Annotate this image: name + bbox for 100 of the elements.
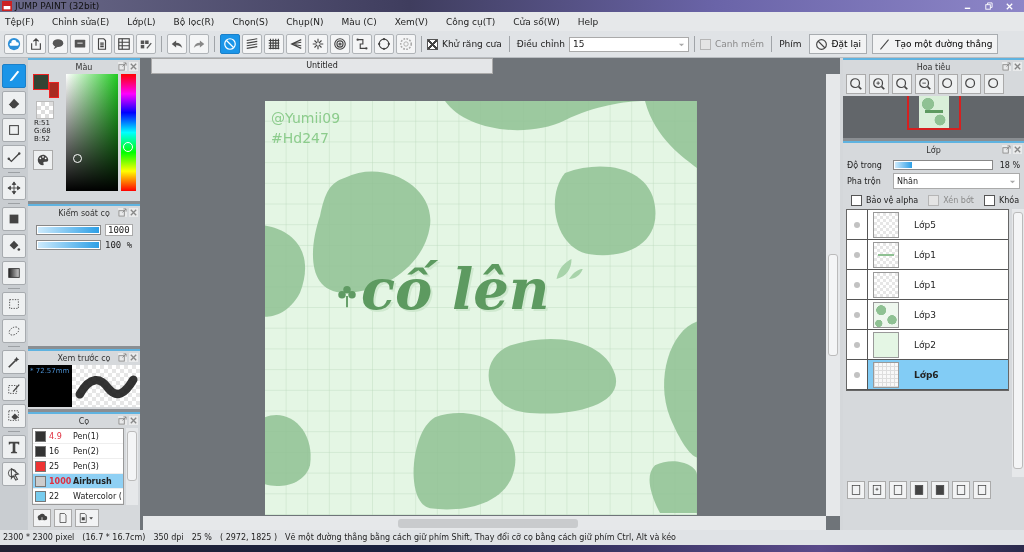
layer-item[interactable]: Lớp3 xyxy=(847,300,1009,330)
fit-button[interactable] xyxy=(892,74,912,94)
zoom-reset-button[interactable] xyxy=(846,74,866,94)
visibility-dot[interactable] xyxy=(854,221,860,228)
layer-opacity-slider[interactable] xyxy=(893,160,993,170)
toolbar-button[interactable] xyxy=(114,34,134,54)
menu-item[interactable]: Bộ lọc(R) xyxy=(173,16,215,27)
new-layer-button[interactable] xyxy=(847,481,865,499)
toolbar-button[interactable] xyxy=(242,34,262,54)
tool-button[interactable] xyxy=(2,404,26,428)
menu-item[interactable]: Help xyxy=(577,16,599,27)
layer-item[interactable]: Lớp1 xyxy=(847,240,1009,270)
copy-layer-button[interactable] xyxy=(868,481,886,499)
primary-color-swatch[interactable] xyxy=(33,74,49,90)
toolbar-button[interactable] xyxy=(286,34,306,54)
tool-button[interactable] xyxy=(2,207,26,231)
tool-button[interactable] xyxy=(2,118,26,142)
tool-button[interactable] xyxy=(2,377,26,401)
toolbar-button[interactable] xyxy=(136,34,156,54)
secondary-color-swatch[interactable] xyxy=(49,82,59,98)
undock-icon[interactable] xyxy=(1002,62,1011,71)
menu-item[interactable]: Lớp(L) xyxy=(127,16,156,27)
toolbar-button[interactable] xyxy=(352,34,372,54)
toolbar-button[interactable] xyxy=(26,34,46,54)
visibility-dot[interactable] xyxy=(854,371,860,378)
straight-line-button[interactable]: Tạo một đường thẳng xyxy=(871,34,999,54)
menu-item[interactable]: Chỉnh sửa(E) xyxy=(51,16,110,27)
layer-item[interactable]: Lớp1 xyxy=(847,270,1009,300)
close-icon[interactable] xyxy=(129,353,138,362)
layer-item[interactable]: Lớp6 xyxy=(847,360,1009,390)
tool-button[interactable] xyxy=(2,91,26,115)
scrollbar-thumb[interactable] xyxy=(828,254,838,356)
zoom-out-button[interactable] xyxy=(915,74,935,94)
visibility-dot[interactable] xyxy=(854,251,860,258)
tool-button[interactable] xyxy=(2,176,26,200)
restore-icon[interactable] xyxy=(984,1,993,11)
menu-item[interactable]: Xem(V) xyxy=(394,16,428,27)
menu-item[interactable]: Cửa sổ(W) xyxy=(513,16,560,27)
size-field[interactable]: 1000 xyxy=(105,224,133,236)
navigator-viewport[interactable] xyxy=(906,96,961,130)
duplicate-button[interactable] xyxy=(952,481,970,499)
toolbar-button[interactable] xyxy=(330,34,350,54)
close-icon[interactable] xyxy=(129,208,138,217)
menu-item[interactable]: Công cụ(T) xyxy=(445,16,496,27)
transparent-swatch[interactable] xyxy=(36,101,54,119)
layer-pattern-button[interactable] xyxy=(910,481,928,499)
reset-button[interactable]: Đặt lại xyxy=(808,34,867,54)
brush-item[interactable]: 16 Pen(2) xyxy=(33,444,124,459)
tool-button[interactable] xyxy=(2,350,26,374)
rotate-right-button[interactable] xyxy=(984,74,1004,94)
toolbar-button[interactable] xyxy=(92,34,112,54)
visibility-dot[interactable] xyxy=(854,281,860,288)
undock-icon[interactable] xyxy=(118,208,127,217)
document-tab[interactable]: Untitled xyxy=(151,58,493,74)
scrollbar[interactable] xyxy=(126,428,138,505)
folder-button[interactable] xyxy=(931,481,949,499)
menu-item[interactable]: Chọn(S) xyxy=(232,16,269,27)
palette-button[interactable] xyxy=(33,150,53,170)
close-icon[interactable] xyxy=(129,62,138,71)
rotate-left-button[interactable] xyxy=(938,74,958,94)
layer-up-button[interactable] xyxy=(889,481,907,499)
checkbox[interactable] xyxy=(427,38,438,50)
hue-slider[interactable] xyxy=(121,74,136,191)
layer-item[interactable]: Lớp2 xyxy=(847,330,1009,360)
layer-item[interactable]: Lớp5 xyxy=(847,210,1009,240)
checkbox[interactable] xyxy=(851,195,862,206)
layer-menu-button[interactable] xyxy=(973,481,991,499)
scrollbar-thumb[interactable] xyxy=(398,518,578,528)
brush-item[interactable]: 4.9 Pen(1) xyxy=(33,429,124,444)
toolbar-button[interactable] xyxy=(167,34,187,54)
undock-icon[interactable] xyxy=(1002,145,1011,154)
toolbar-button[interactable] xyxy=(70,34,90,54)
tool-button[interactable] xyxy=(2,261,26,285)
close-icon[interactable] xyxy=(129,416,138,425)
page-menu-button[interactable] xyxy=(75,509,99,527)
scrollbar[interactable] xyxy=(826,74,840,516)
flip-button[interactable] xyxy=(961,74,981,94)
close-icon[interactable] xyxy=(1013,62,1022,71)
adjust-dropdown[interactable]: 15 xyxy=(569,36,689,52)
close-icon[interactable] xyxy=(1013,145,1022,154)
new-page-button[interactable] xyxy=(54,509,72,527)
tool-button[interactable] xyxy=(2,145,26,169)
color-picker-square[interactable] xyxy=(66,74,118,191)
tool-button[interactable] xyxy=(2,435,26,459)
undock-icon[interactable] xyxy=(118,416,127,425)
undock-icon[interactable] xyxy=(118,353,127,362)
undock-icon[interactable] xyxy=(118,62,127,71)
toolbar-button[interactable] xyxy=(48,34,68,54)
tool-button[interactable] xyxy=(2,462,26,486)
toolbar-button[interactable] xyxy=(374,34,394,54)
scrollbar[interactable] xyxy=(143,516,826,530)
toolbar-button[interactable] xyxy=(220,34,240,54)
zoom-in-button[interactable] xyxy=(869,74,889,94)
brush-item[interactable]: 1000 Airbrush xyxy=(33,474,124,489)
scrollbar-thumb[interactable] xyxy=(127,431,138,481)
menu-item[interactable]: Màu (C) xyxy=(341,16,377,27)
tool-button[interactable] xyxy=(2,234,26,258)
menu-item[interactable]: Chụp(N) xyxy=(286,16,324,27)
blend-mode-dropdown[interactable]: Nhân xyxy=(893,173,1020,189)
cloud-download-button[interactable] xyxy=(33,509,51,527)
